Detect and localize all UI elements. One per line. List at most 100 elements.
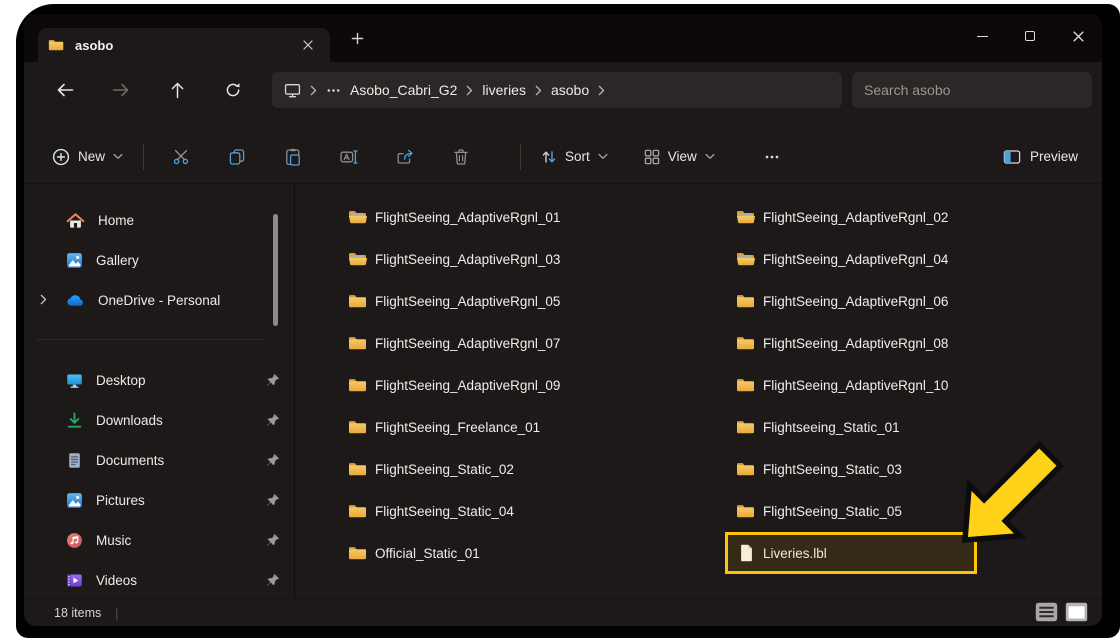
cut-button[interactable] (164, 140, 198, 174)
refresh-icon (225, 82, 241, 98)
file-list-area: FlightSeeing_AdaptiveRgnl_01 FlightSeein… (295, 184, 1102, 598)
refresh-button[interactable] (222, 79, 244, 101)
breadcrumb-item[interactable]: asobo (551, 82, 589, 98)
new-tab-button[interactable] (340, 21, 374, 55)
close-window-button[interactable] (1054, 14, 1102, 58)
large-icons-view-icon[interactable] (1065, 602, 1088, 622)
sidebar-item-home[interactable]: Home (24, 200, 294, 240)
folder-icon (736, 503, 756, 519)
sort-button[interactable]: Sort (541, 149, 608, 165)
home-icon (66, 212, 85, 229)
search-box[interactable] (852, 72, 1092, 108)
sidebar-item-label: Pictures (96, 493, 145, 508)
file-row[interactable]: FlightSeeing_AdaptiveRgnl_03 (329, 238, 717, 280)
folder-preview-icon (736, 251, 756, 267)
new-button[interactable]: New (52, 148, 123, 166)
chevron-right-icon[interactable] (40, 293, 47, 308)
preview-toggle-button[interactable]: Preview (1003, 149, 1078, 165)
breadcrumb-field[interactable]: Asobo_Cabri_G2 liveries asobo (272, 72, 842, 108)
file-name: FlightSeeing_Static_03 (763, 462, 902, 477)
file-row[interactable]: FlightSeeing_Static_02 (329, 448, 717, 490)
titlebar: asobo (24, 14, 1102, 62)
details-view-icon[interactable] (1035, 602, 1058, 622)
sidebar-scrollbar[interactable] (273, 214, 278, 326)
back-arrow-icon (56, 83, 74, 97)
more-options-button[interactable] (755, 140, 789, 174)
ellipsis-icon[interactable] (326, 83, 341, 98)
preview-pane-icon (1003, 149, 1021, 165)
sidebar-item-gallery[interactable]: Gallery (24, 240, 294, 280)
delete-icon (453, 148, 469, 166)
file-name: FlightSeeing_AdaptiveRgnl_07 (375, 336, 560, 351)
videos-icon (66, 572, 83, 589)
file-row[interactable]: FlightSeeing_AdaptiveRgnl_02 (717, 196, 1102, 238)
delete-button[interactable] (444, 140, 478, 174)
sidebar-section-gap (24, 320, 294, 360)
file-name: FlightSeeing_Static_02 (375, 462, 514, 477)
folder-preview-icon (348, 209, 368, 225)
pin-icon (266, 493, 280, 507)
minimize-button[interactable] (958, 14, 1006, 58)
file-row[interactable]: FlightSeeing_Static_05 (717, 490, 1102, 532)
maximize-button[interactable] (1006, 14, 1054, 58)
file-name: FlightSeeing_AdaptiveRgnl_09 (375, 378, 560, 393)
explorer-tab[interactable]: asobo (38, 28, 330, 62)
file-name: FlightSeeing_AdaptiveRgnl_03 (375, 252, 560, 267)
folder-icon (736, 335, 756, 351)
breadcrumb-item[interactable]: liveries (482, 82, 526, 98)
back-button[interactable] (54, 79, 76, 101)
sidebar-item-onedrive[interactable]: OneDrive - Personal (24, 280, 294, 320)
share-button[interactable] (388, 140, 422, 174)
file-row[interactable]: FlightSeeing_Static_03 (717, 448, 1102, 490)
close-tab-button[interactable] (296, 33, 320, 57)
sidebar-item-desktop[interactable]: Desktop (24, 360, 294, 400)
file-row[interactable]: FlightSeeing_AdaptiveRgnl_05 (329, 280, 717, 322)
paste-icon (285, 148, 301, 166)
file-row[interactable]: Official_Static_01 (329, 532, 717, 574)
view-button[interactable]: View (644, 149, 715, 165)
breadcrumb-item[interactable]: Asobo_Cabri_G2 (350, 82, 457, 98)
file-row[interactable]: FlightSeeing_AdaptiveRgnl_04 (717, 238, 1102, 280)
paste-button[interactable] (276, 140, 310, 174)
plus-circle-icon (52, 148, 70, 166)
file-row[interactable]: FlightSeeing_Freelance_01 (329, 406, 717, 448)
sidebar-item-downloads[interactable]: Downloads (24, 400, 294, 440)
sidebar-item-videos[interactable]: Videos (24, 560, 294, 600)
file-name: FlightSeeing_AdaptiveRgnl_06 (763, 294, 948, 309)
file-row[interactable]: FlightSeeing_AdaptiveRgnl_01 (329, 196, 717, 238)
folder-icon (736, 419, 756, 435)
sidebar-item-label: Documents (96, 453, 164, 468)
file-row[interactable]: Flightseeing_Static_01 (717, 406, 1102, 448)
view-button-label: View (668, 149, 697, 164)
up-button[interactable] (166, 79, 188, 101)
new-button-label: New (78, 149, 105, 164)
forward-button[interactable] (110, 79, 132, 101)
copy-button[interactable] (220, 140, 254, 174)
sort-button-label: Sort (565, 149, 590, 164)
file-row[interactable]: FlightSeeing_AdaptiveRgnl_10 (717, 364, 1102, 406)
share-icon (396, 149, 414, 165)
file-row-liveries-lbl[interactable]: Liveries.lbl (717, 532, 1102, 574)
file-row[interactable]: FlightSeeing_AdaptiveRgnl_07 (329, 322, 717, 364)
music-icon (66, 532, 83, 549)
sidebar-item-music[interactable]: Music (24, 520, 294, 560)
this-pc-monitor-icon (284, 83, 301, 98)
file-name: FlightSeeing_AdaptiveRgnl_04 (763, 252, 948, 267)
search-input[interactable] (864, 82, 1080, 98)
file-row[interactable]: FlightSeeing_AdaptiveRgnl_09 (329, 364, 717, 406)
folder-icon (48, 38, 65, 52)
file-row[interactable]: FlightSeeing_Static_04 (329, 490, 717, 532)
chevron-right-icon (466, 85, 473, 96)
sidebar-item-label: Videos (96, 573, 137, 588)
sort-arrows-icon (541, 149, 557, 165)
sidebar-item-pictures[interactable]: Pictures (24, 480, 294, 520)
status-separator: | (115, 606, 118, 620)
sidebar-separator (36, 339, 266, 340)
file-row[interactable]: FlightSeeing_AdaptiveRgnl_08 (717, 322, 1102, 364)
folder-icon (736, 461, 756, 477)
file-row[interactable]: FlightSeeing_AdaptiveRgnl_06 (717, 280, 1102, 322)
sidebar-item-documents[interactable]: Documents (24, 440, 294, 480)
rename-button[interactable] (332, 140, 366, 174)
folder-icon (348, 461, 368, 477)
file-name: FlightSeeing_AdaptiveRgnl_10 (763, 378, 948, 393)
